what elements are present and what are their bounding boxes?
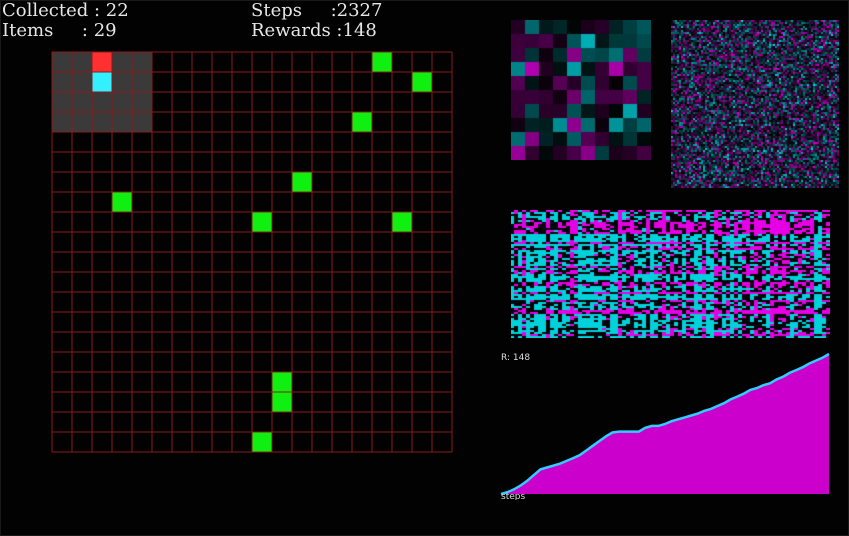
activation-heatmap bbox=[511, 210, 830, 338]
large-weight-matrix bbox=[671, 20, 839, 188]
small-weight-matrix bbox=[511, 20, 651, 160]
item-cell bbox=[252, 212, 272, 232]
collected-counter: Collected : 22 bbox=[2, 1, 129, 21]
item-cell bbox=[292, 172, 312, 192]
item-cell bbox=[352, 112, 372, 132]
steps-counter: Steps :2327 bbox=[251, 1, 382, 21]
collected-value: 22 bbox=[105, 0, 129, 21]
reward-chart-xlabel: steps bbox=[501, 492, 525, 500]
item-cell bbox=[412, 72, 432, 92]
steps-value: 2327 bbox=[336, 0, 383, 21]
item-cell bbox=[272, 372, 292, 392]
item-cell bbox=[392, 212, 412, 232]
target-cell bbox=[92, 52, 112, 72]
game-grid bbox=[51, 51, 453, 453]
reward-chart-label: R: 148 bbox=[501, 353, 530, 363]
rewards-counter: Rewards :148 bbox=[251, 21, 377, 41]
item-cell bbox=[112, 192, 132, 212]
reward-chart: R: 148 steps bbox=[500, 352, 830, 500]
items-value: 29 bbox=[93, 20, 117, 41]
items-counter: Items : 29 bbox=[2, 21, 117, 41]
steps-label: Steps : bbox=[251, 0, 337, 21]
collected-label: Collected : bbox=[2, 0, 106, 21]
rewards-label: Rewards : bbox=[251, 20, 343, 41]
item-cell bbox=[252, 432, 272, 452]
item-cell bbox=[372, 52, 392, 72]
rewards-value: 148 bbox=[342, 20, 377, 41]
items-label: Items : bbox=[2, 20, 94, 41]
item-cell bbox=[272, 392, 292, 412]
agent-cell bbox=[92, 72, 112, 92]
